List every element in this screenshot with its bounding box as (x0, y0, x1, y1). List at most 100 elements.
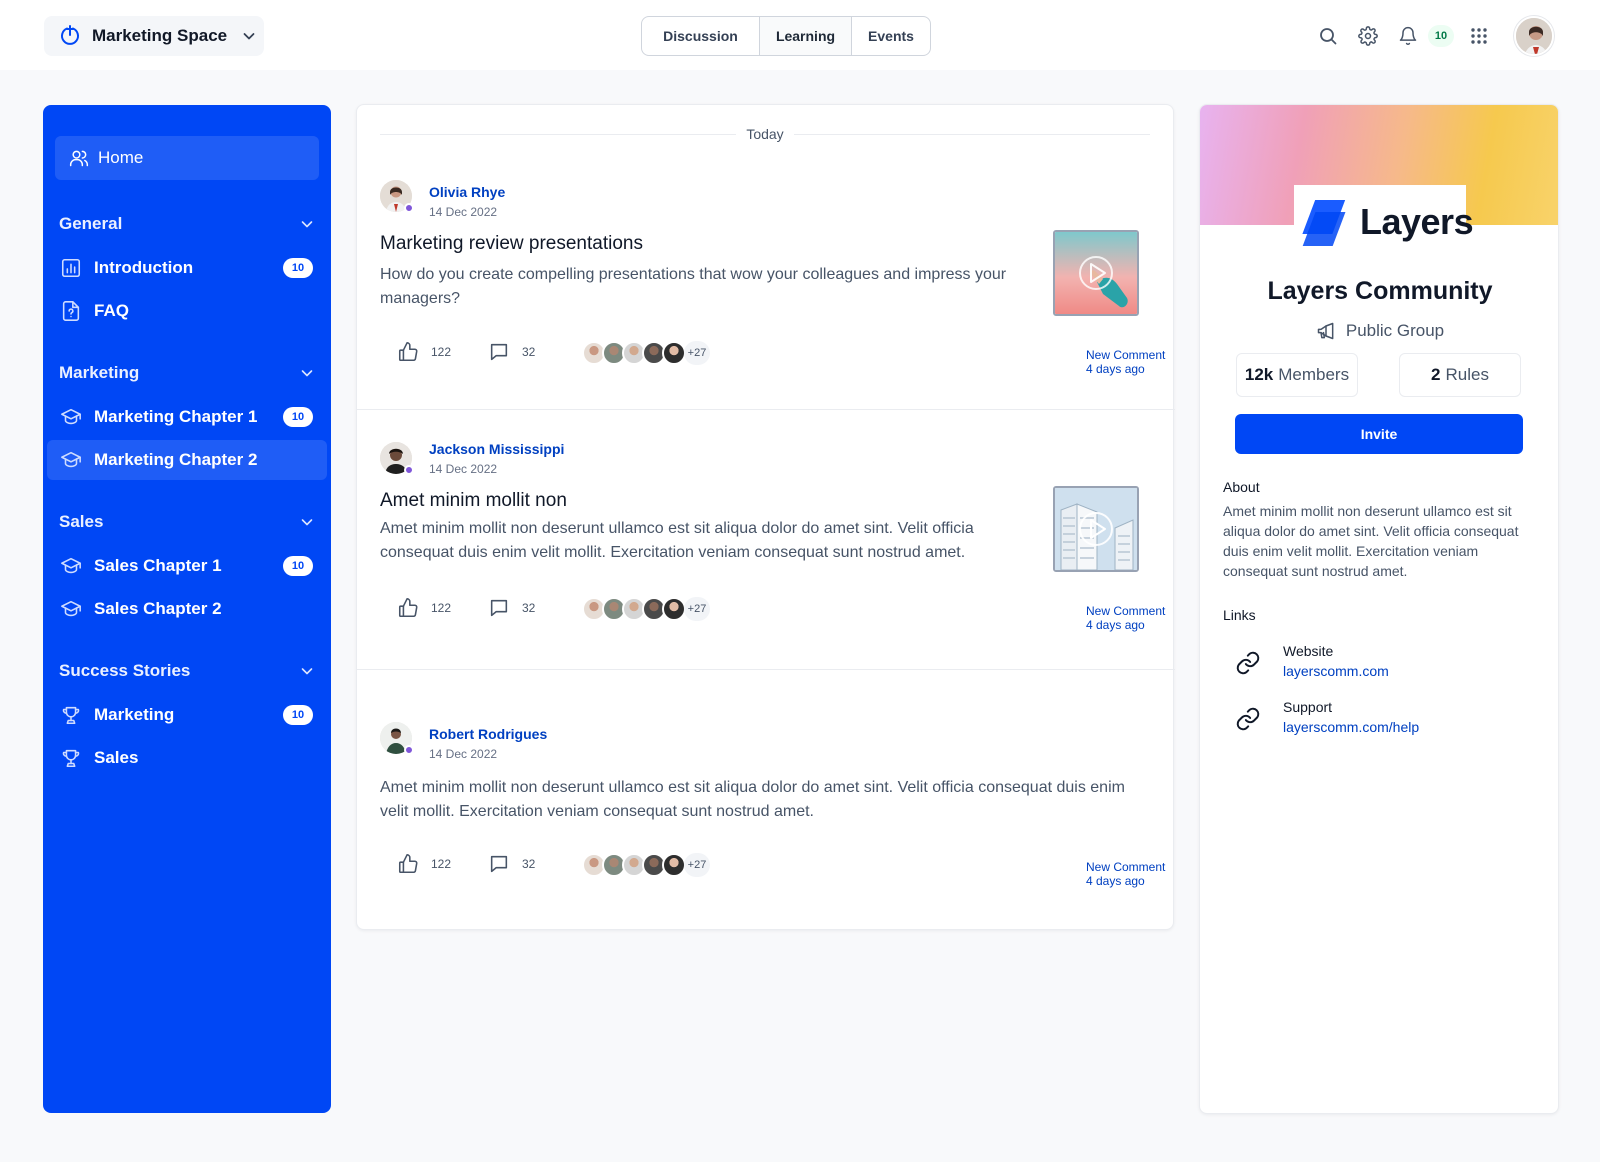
notification-count-badge: 10 (1428, 25, 1454, 47)
gear-icon[interactable] (1356, 24, 1380, 48)
community-logo: Layers (1294, 185, 1474, 259)
chevron-down-icon (299, 365, 315, 381)
sidebar-item-introduction[interactable]: Introduction 10 (47, 248, 327, 288)
sidebar-item-sales-chapter-2[interactable]: Sales Chapter 2 (47, 589, 327, 629)
sidebar-item-marketing-chapter-2[interactable]: Marketing Chapter 2 (47, 440, 327, 480)
graduation-cap-icon (60, 598, 82, 620)
comment-button[interactable]: 32 (488, 341, 535, 363)
sidebar-item-sales-chapter-1[interactable]: Sales Chapter 1 10 (47, 546, 327, 586)
sidebar-item-faq[interactable]: FAQ (47, 291, 327, 331)
community-name: Layers Community (1267, 277, 1493, 305)
avatar (662, 341, 686, 365)
sidebar-item-marketing-chapter-1[interactable]: Marketing Chapter 1 10 (47, 397, 327, 437)
bell-icon[interactable] (1396, 24, 1420, 48)
members-stat[interactable]: 12k Members (1236, 353, 1358, 397)
tab-events[interactable]: Events (852, 17, 930, 55)
post-date: 14 Dec 2022 (429, 462, 498, 476)
section-header-sales[interactable]: Sales (59, 510, 315, 534)
post-title[interactable]: Amet minim mollit non (380, 490, 567, 512)
apps-grid-icon[interactable] (1467, 24, 1491, 48)
count-badge: 10 (283, 705, 313, 725)
comment-icon (488, 853, 510, 875)
space-name: Marketing Space (92, 26, 228, 45)
comment-button[interactable]: 32 (488, 853, 535, 875)
sidebar-item-label: Introduction (94, 258, 194, 277)
website-link-url[interactable]: layerscomm.com (1283, 663, 1389, 679)
video-thumbnail[interactable] (1053, 230, 1139, 316)
chevron-down-icon (299, 216, 315, 232)
post-card: Olivia Rhye 14 Dec 2022 Marketing review… (357, 105, 1175, 410)
new-comment-link[interactable]: New Comment 4 days ago (1086, 604, 1175, 632)
rules-label: Rules (1445, 365, 1489, 384)
comment-button[interactable]: 32 (488, 597, 535, 619)
about-heading: About (1223, 479, 1260, 495)
post-author[interactable]: Jackson Mississippi (429, 441, 564, 457)
like-button[interactable]: 122 (397, 341, 451, 363)
comment-count: 32 (522, 345, 536, 359)
author-avatar[interactable] (380, 180, 414, 213)
tab-learning[interactable]: Learning (760, 17, 852, 55)
sidebar-item-label: Sales Chapter 2 (94, 599, 222, 618)
post-actions: 122 32 +27 (397, 341, 957, 365)
sidebar-item-success-marketing[interactable]: Marketing 10 (47, 695, 327, 735)
post-author[interactable]: Olivia Rhye (429, 184, 505, 200)
post-body: Amet minim mollit non deserunt ullamco e… (380, 520, 974, 561)
space-logo-icon (58, 24, 82, 48)
participant-avatars[interactable]: +27 (582, 341, 710, 365)
count-badge: 10 (283, 258, 313, 278)
rules-stat[interactable]: 2 Rules (1399, 353, 1521, 397)
thumbs-up-icon (397, 597, 419, 619)
post-date: 14 Dec 2022 (429, 205, 498, 219)
sidebar-item-label: Marketing (94, 705, 175, 724)
post-author[interactable]: Robert Rodrigues (429, 726, 547, 742)
users-icon (69, 148, 89, 168)
like-button[interactable]: 122 (397, 597, 451, 619)
rules-count: 2 (1431, 365, 1441, 384)
tab-discussion[interactable]: Discussion (642, 17, 760, 55)
top-bar: Marketing Space Discussion Learning Even… (0, 0, 1600, 70)
layers-logo-icon (1302, 194, 1352, 250)
author-avatar[interactable] (380, 722, 414, 755)
section-header-general[interactable]: General (59, 212, 315, 236)
post-body: Amet minim mollit non deserunt ullamco e… (380, 779, 1125, 820)
like-count: 122 (431, 857, 452, 871)
like-count: 122 (431, 601, 452, 615)
chart-icon (60, 257, 82, 279)
participant-avatars[interactable]: +27 (582, 597, 710, 621)
participant-avatars[interactable]: +27 (582, 853, 710, 877)
trophy-icon (60, 747, 82, 769)
sidebar-item-label: Marketing Chapter 2 (94, 450, 258, 469)
main-tabs: Discussion Learning Events (641, 16, 931, 56)
video-thumbnail[interactable] (1053, 486, 1139, 572)
post-date: 14 Dec 2022 (429, 747, 498, 761)
new-comment-link[interactable]: New Comment 4 days ago (1086, 348, 1175, 376)
link-icon (1235, 650, 1261, 676)
community-type-label: Public Group (1345, 321, 1445, 340)
section-title: General (59, 214, 123, 233)
user-avatar[interactable] (1514, 16, 1554, 56)
sidebar-item-success-sales[interactable]: Sales (47, 738, 327, 778)
section-header-marketing[interactable]: Marketing (59, 361, 315, 385)
online-status-dot (404, 203, 414, 213)
sidebar-item-label: Sales Chapter 1 (94, 556, 222, 575)
section-title: Marketing (59, 363, 140, 382)
more-participants-count: +27 (684, 597, 710, 621)
invite-button[interactable]: Invite (1235, 414, 1523, 454)
like-button[interactable]: 122 (397, 853, 451, 875)
search-icon[interactable] (1316, 24, 1340, 48)
members-count: 12k (1244, 365, 1274, 384)
chevron-down-icon (241, 28, 257, 44)
feed-panel: Today Olivia Rhye 14 Dec 2022 Marketing … (356, 104, 1175, 930)
post-title[interactable]: Marketing review presentations (380, 233, 643, 255)
support-link-url[interactable]: layerscomm.com/help (1283, 719, 1419, 735)
chevron-down-icon (299, 663, 315, 679)
sidebar-item-home[interactable]: Home (55, 136, 319, 180)
more-participants-count: +27 (684, 341, 710, 365)
avatar (662, 597, 686, 621)
space-switcher[interactable]: Marketing Space (44, 16, 264, 56)
post-actions: 122 32 +27 (397, 597, 957, 621)
count-badge: 10 (283, 407, 313, 427)
new-comment-link[interactable]: New Comment 4 days ago (1086, 860, 1175, 888)
author-avatar[interactable] (380, 442, 414, 475)
section-header-success-stories[interactable]: Success Stories (59, 659, 315, 683)
